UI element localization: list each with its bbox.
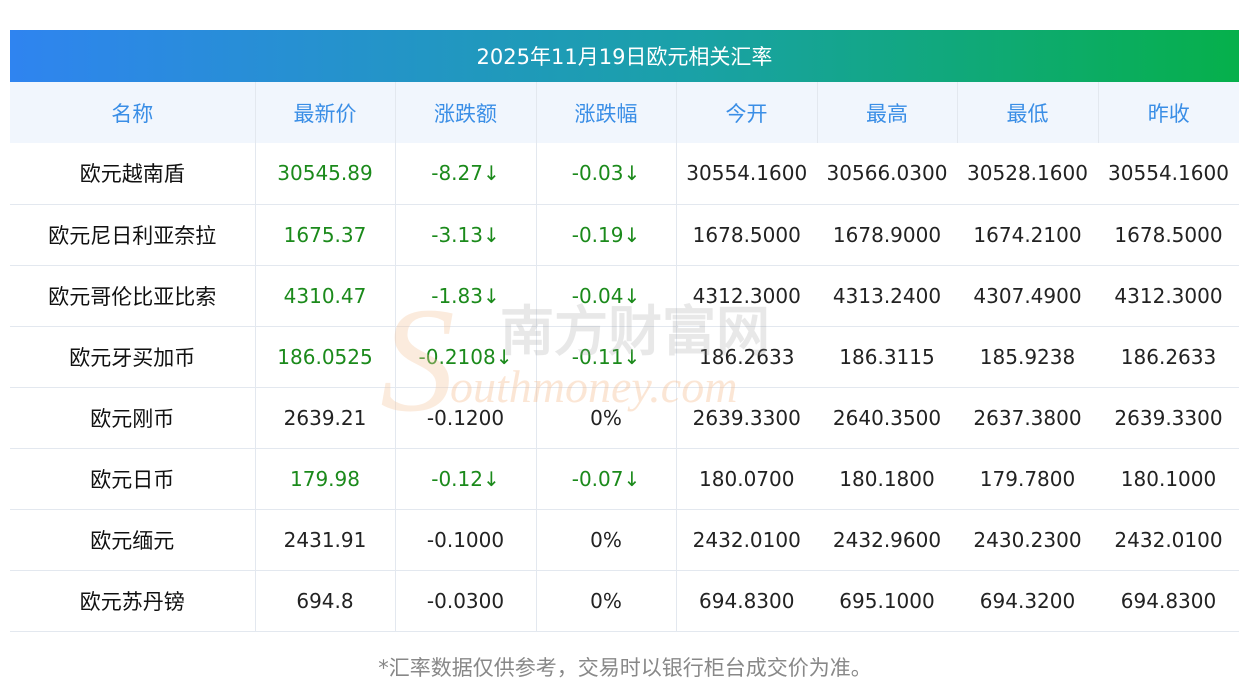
change-amount-cell: -0.12↓ [395,448,537,510]
currency-name-cell: 欧元苏丹镑 [10,570,256,632]
prev-close-cell: 1678.5000 [1098,204,1239,266]
table-row: 欧元牙买加币 186.0525 -0.2108↓ -0.11↓ 186.2633 186.… [10,326,1239,388]
header-low: 最低 [957,82,1099,143]
low-price-cell: 30528.1600 [957,143,1098,205]
open-price-cell: 30554.1600 [676,143,817,205]
prev-close-cell: 4312.3000 [1098,265,1239,327]
header-open: 今开 [676,82,818,143]
change-percent-cell: 0% [536,387,677,449]
header-name: 名称 [10,82,256,143]
latest-price-cell: 30545.89 [255,143,396,205]
high-price-cell: 2432.9600 [817,509,957,571]
rate-table: 名称 最新价 涨跌额 涨跌幅 今开 最高 最低 昨收 欧元越南盾 30545.89… [10,82,1239,632]
high-price-cell: 180.1800 [817,448,957,510]
disclaimer-note: *汇率数据仅供参考，交易时以银行柜台成交价为准。 [378,656,872,680]
open-price-cell: 2432.0100 [676,509,817,571]
table-row: 欧元哥伦比亚比索 4310.47 -1.83↓ -0.04↓ 4312.3000 4313… [10,265,1239,327]
header-latest: 最新价 [255,82,396,143]
open-price-cell: 180.0700 [676,448,817,510]
change-percent-cell: -0.04↓ [536,265,677,327]
currency-name-cell: 欧元刚币 [10,387,256,449]
low-price-cell: 4307.4900 [957,265,1098,327]
high-price-cell: 695.1000 [817,570,957,632]
change-amount-cell: -0.1200 [395,387,537,449]
prev-close-cell: 2432.0100 [1098,509,1239,571]
open-price-cell: 2639.3300 [676,387,817,449]
prev-close-cell: 180.1000 [1098,448,1239,510]
high-price-cell: 4313.2400 [817,265,957,327]
header-change-pct: 涨跌幅 [536,82,677,143]
table-row: 欧元苏丹镑 694.8 -0.0300 0% 694.8300 695.1000 694.3… [10,570,1239,632]
change-amount-cell: -8.27↓ [395,143,537,205]
header-change: 涨跌额 [395,82,537,143]
high-price-cell: 186.3115 [817,326,957,388]
open-price-cell: 1678.5000 [676,204,817,266]
latest-price-cell: 179.98 [255,448,396,510]
header-prev-close: 昨收 [1147,101,1190,126]
open-price-cell: 4312.3000 [676,265,817,327]
rate-table-panel: 2025年11月19日欧元相关汇率 名称 最新价 涨跌额 涨跌幅 今开 最高 最… [10,30,1239,632]
latest-price-cell: 2431.91 [255,509,396,571]
latest-price-cell: 1675.37 [255,204,396,266]
open-price-cell: 694.8300 [676,570,817,632]
prev-close-cell: 2639.3300 [1098,387,1239,449]
table-row: 欧元缅元 2431.91 -0.1000 0% 2432.0100 2432.9600 24… [10,509,1239,571]
change-amount-cell: -0.0300 [395,570,537,632]
latest-price-cell: 2639.21 [255,387,396,449]
prev-close-cell: 30554.1600 [1098,143,1239,205]
low-price-cell: 694.3200 [957,570,1098,632]
high-price-cell: 30566.0300 [817,143,957,205]
low-price-cell: 185.9238 [957,326,1098,388]
prev-close-cell: 186.2633 [1098,326,1239,388]
currency-name-cell: 欧元牙买加币 [10,326,256,388]
table-title: 2025年11月19日欧元相关汇率 [10,30,1239,82]
prev-close-cell: 694.8300 [1098,570,1239,632]
table-header-row: 名称 最新价 涨跌额 涨跌幅 今开 最高 最低 昨收 [10,82,1239,143]
header-high: 最高 [817,82,958,143]
change-amount-cell: -3.13↓ [395,204,537,266]
change-percent-cell: -0.07↓ [536,448,677,510]
latest-price-cell: 186.0525 [255,326,396,388]
low-price-cell: 179.7800 [957,448,1098,510]
change-percent-cell: -0.11↓ [536,326,677,388]
currency-name-cell: 欧元尼日利亚奈拉 [10,204,256,266]
high-price-cell: 2640.3500 [817,387,957,449]
table-row: 欧元越南盾 30545.89 -8.27↓ -0.03↓ 30554.1600 30566… [10,143,1239,205]
latest-price-cell: 694.8 [255,570,396,632]
currency-name-cell: 欧元日币 [10,448,256,510]
table-row: 欧元尼日利亚奈拉 1675.37 -3.13↓ -0.19↓ 1678.5000 1678… [10,204,1239,266]
change-percent-cell: 0% [536,509,677,571]
currency-name-cell: 欧元哥伦比亚比索 [10,265,256,327]
currency-name-cell: 欧元缅元 [10,509,256,571]
change-amount-cell: -0.1000 [395,509,537,571]
change-amount-cell: -1.83↓ [395,265,537,327]
table-row: 欧元刚币 2639.21 -0.1200 0% 2639.3300 2640.3500 26… [10,387,1239,449]
change-percent-cell: -0.03↓ [536,143,677,205]
low-price-cell: 2430.2300 [957,509,1098,571]
low-price-cell: 1674.2100 [957,204,1098,266]
latest-price-cell: 4310.47 [255,265,396,327]
change-amount-cell: -0.2108↓ [395,326,537,388]
change-percent-cell: -0.19↓ [536,204,677,266]
table-row: 欧元日币 179.98 -0.12↓ -0.07↓ 180.0700 180.1800 17… [10,448,1239,510]
currency-name-cell: 欧元越南盾 [10,143,256,205]
open-price-cell: 186.2633 [676,326,817,388]
high-price-cell: 1678.9000 [817,204,957,266]
low-price-cell: 2637.3800 [957,387,1098,449]
change-percent-cell: 0% [536,570,677,632]
